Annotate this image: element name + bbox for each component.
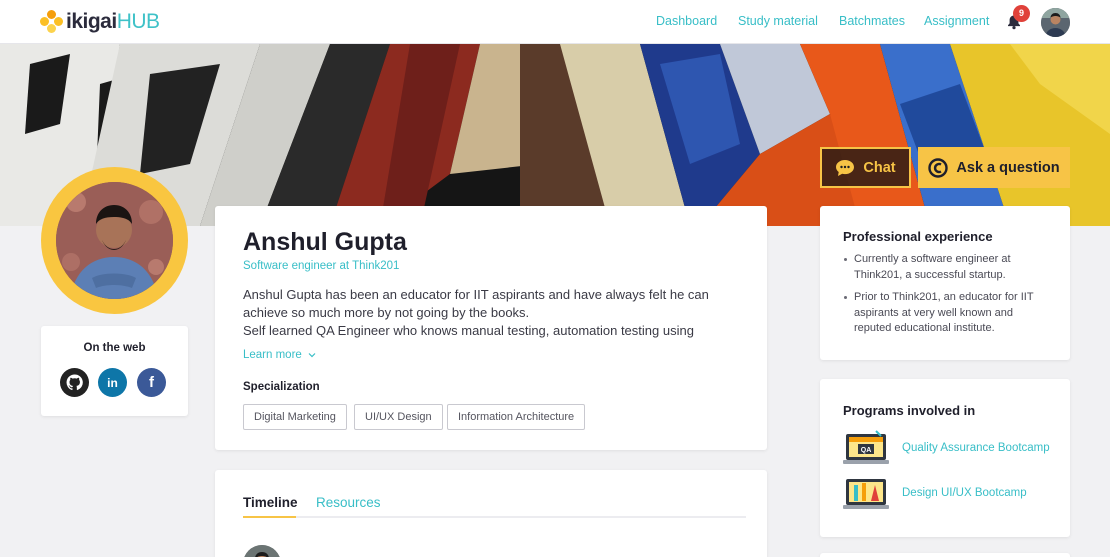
notification-badge: 9	[1013, 5, 1030, 22]
ask-question-label: Ask a question	[956, 159, 1060, 176]
brand-name: ikigaiHUB	[66, 10, 160, 33]
nav-study-material[interactable]: Study material	[738, 14, 818, 28]
profile-role: Software engineer at Think201	[243, 260, 400, 272]
experience-item: Prior to Think201, an educator for IIT a…	[843, 290, 1053, 337]
tab-timeline[interactable]: Timeline	[243, 495, 298, 510]
facebook-icon[interactable]: f	[137, 368, 166, 397]
learn-more-link[interactable]: Learn more	[243, 349, 316, 361]
professional-experience-card: Professional experience Currently a soft…	[820, 206, 1070, 360]
user-avatar[interactable]	[1041, 8, 1070, 37]
post-author-avatar	[243, 545, 281, 557]
programs-card: Programs involved in QA Quality Assuranc…	[820, 379, 1070, 537]
active-tab-indicator	[243, 516, 296, 518]
specialization-tag: Digital Marketing	[243, 404, 347, 430]
top-navbar: ikigaiHUB Dashboard Study material Batch…	[0, 0, 1110, 44]
chat-label: Chat	[863, 159, 896, 176]
program-item-design-bootcamp[interactable]: Design UI/UX Bootcamp	[843, 473, 1058, 513]
qa-laptop-icon: QA	[843, 430, 889, 464]
profile-name: Anshul Gupta	[243, 228, 407, 256]
specialization-tag: Information Architecture	[447, 404, 586, 430]
profile-bio: Anshul Gupta has been an educator for II…	[243, 286, 743, 340]
programs-title: Programs involved in	[843, 403, 976, 418]
specialization-title: Specialization	[243, 381, 320, 393]
program-label: Quality Assurance Bootcamp	[902, 442, 1050, 454]
on-the-web-card: On the web in f	[41, 326, 188, 416]
logo-flower-icon	[40, 10, 64, 34]
profile-photo	[56, 182, 173, 299]
profile-avatar	[41, 167, 188, 314]
bio-line: Anshul Gupta has been an educator for II…	[243, 287, 709, 302]
experience-title: Professional experience	[843, 229, 993, 244]
program-item-qa-bootcamp[interactable]: QA Quality Assurance Bootcamp	[843, 428, 1058, 468]
learn-more-label: Learn more	[243, 349, 302, 361]
svg-text:QA: QA	[861, 447, 872, 454]
chat-button[interactable]: Chat	[820, 147, 911, 188]
experience-list: Currently a software engineer at Think20…	[843, 252, 1053, 344]
nav-assignment[interactable]: Assignment	[924, 14, 989, 28]
chevron-down-icon	[308, 353, 316, 358]
timeline-card: Timeline Resources	[215, 470, 767, 557]
experience-item: Currently a software engineer at Think20…	[843, 252, 1053, 283]
program-label: Design UI/UX Bootcamp	[902, 487, 1027, 499]
linkedin-icon[interactable]: in	[98, 368, 127, 397]
question-bubble-icon	[928, 157, 949, 178]
ask-question-button[interactable]: Ask a question	[918, 147, 1070, 188]
next-card	[820, 553, 1070, 557]
profile-card: Anshul Gupta Software engineer at Think2…	[215, 206, 767, 450]
nav-dashboard[interactable]: Dashboard	[656, 14, 717, 28]
tab-resources[interactable]: Resources	[316, 495, 381, 510]
chat-bubble-icon	[836, 159, 855, 176]
brand-logo[interactable]: ikigaiHUB	[40, 10, 160, 34]
design-tools-icon	[843, 479, 889, 509]
on-the-web-title: On the web	[83, 342, 146, 354]
bio-line: achieve so much more by not going by the…	[243, 305, 530, 320]
tab-divider	[243, 516, 746, 518]
nav-batchmates[interactable]: Batchmates	[839, 14, 905, 28]
github-icon[interactable]	[60, 368, 89, 397]
bio-line: Self learned QA Engineer who knows manua…	[243, 323, 694, 338]
specialization-tag: UI/UX Design	[354, 404, 443, 430]
